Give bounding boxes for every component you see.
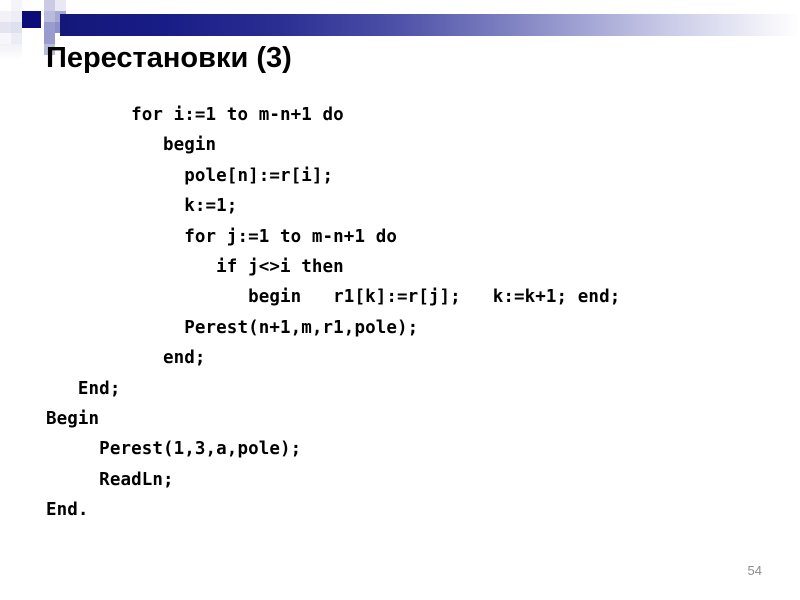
- decorative-square: [0, 11, 11, 22]
- decorative-square: [33, 0, 44, 11]
- code-line: begin: [46, 135, 217, 156]
- code-line: k:=1;: [46, 196, 238, 217]
- decorative-square: [11, 22, 22, 33]
- code-line: Perest(n+1,m,r1,pole);: [46, 317, 419, 338]
- decorative-square: [11, 0, 22, 11]
- decorative-square: [11, 11, 22, 22]
- decorative-square: [44, 22, 55, 33]
- slide: Перестановки (3) for i:=1 to m-n+1 do be…: [0, 0, 800, 600]
- code-line: pole[n]:=r[i];: [46, 165, 334, 186]
- decorative-square: [22, 0, 33, 11]
- code-line: ReadLn;: [46, 469, 174, 490]
- code-line: if j<>i then: [46, 257, 344, 278]
- page-title: Перестановки (3): [46, 42, 292, 74]
- decorative-square: [0, 33, 11, 44]
- title-gradient-bar: [60, 14, 800, 36]
- code-line: end;: [46, 348, 206, 369]
- decorative-square: [0, 0, 11, 11]
- code-line: Begin: [46, 409, 100, 430]
- decorative-square: [55, 0, 66, 11]
- code-listing: for i:=1 to m-n+1 do begin pole[n]:=r[i]…: [46, 100, 620, 526]
- code-line: for i:=1 to m-n+1 do: [46, 105, 344, 125]
- decorative-square: [44, 11, 55, 22]
- code-line: Perest(1,3,a,pole);: [46, 439, 302, 460]
- code-line: begin r1[k]:=r[j]; k:=k+1; end;: [46, 287, 621, 308]
- code-line: End;: [46, 378, 121, 399]
- decorative-square: [11, 33, 22, 44]
- decorative-square: [22, 11, 41, 28]
- code-line: End.: [46, 500, 89, 521]
- slide-number: 54: [747, 563, 762, 578]
- decorative-square: [44, 0, 55, 11]
- code-line: for j:=1 to m-n+1 do: [46, 226, 397, 247]
- decorative-square: [0, 22, 11, 33]
